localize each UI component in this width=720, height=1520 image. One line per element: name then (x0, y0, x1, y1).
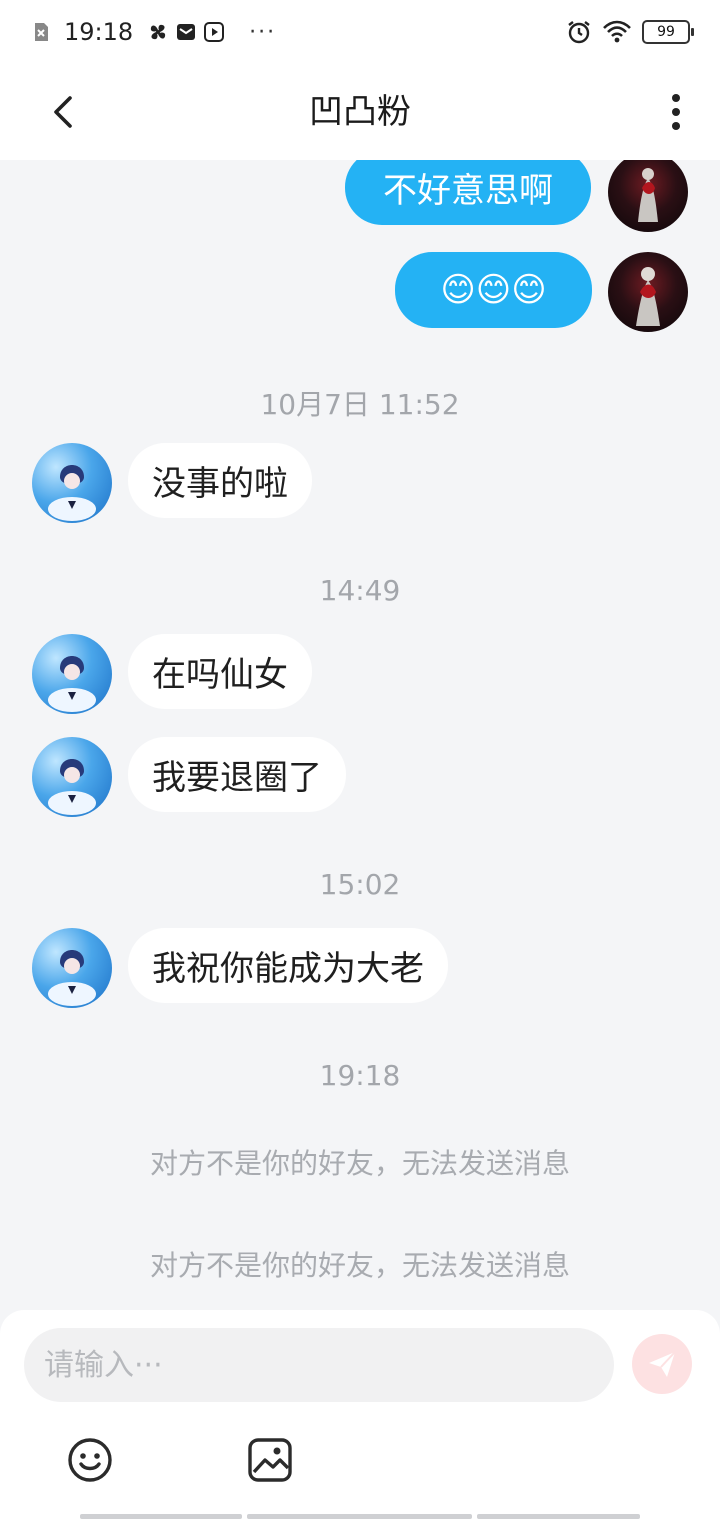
contact-avatar[interactable] (32, 737, 112, 817)
timestamp: 10月7日 11:52 (260, 388, 460, 421)
bottom-divider (80, 1514, 640, 1520)
avatar-image (48, 950, 96, 1006)
system-notice: 对方不是你的好友，无法发送消息 (149, 1249, 570, 1282)
composer-panel (0, 1310, 720, 1520)
contact-avatar[interactable] (32, 928, 112, 1008)
message-text: 我要退圈了 (152, 758, 322, 798)
fan-icon (151, 24, 166, 40)
message-text: 在吗仙女 (152, 655, 288, 695)
avatar-image (48, 465, 96, 521)
image-icon[interactable] (246, 1436, 294, 1484)
status-dots: ··· (249, 19, 277, 45)
my-avatar[interactable] (608, 160, 688, 232)
smiley-icon[interactable] (66, 1436, 114, 1484)
page-title: 凹凸粉 (309, 92, 411, 132)
contact-message-bubble[interactable]: 我祝你能成为大老 (128, 928, 448, 1003)
send-button[interactable] (632, 1334, 692, 1394)
timestamp: 19:18 (319, 1059, 401, 1092)
status-left: 19:18 ··· (30, 18, 276, 46)
status-bar: 19:18 ··· 99 (0, 0, 720, 64)
wifi-icon (603, 20, 631, 43)
status-time: 19:18 (64, 18, 134, 46)
more-vertical-icon[interactable] (656, 88, 696, 136)
contact-message-bubble[interactable]: 我要退圈了 (128, 737, 346, 812)
my-avatar[interactable] (608, 252, 688, 332)
message-input[interactable] (24, 1328, 614, 1402)
message-text: 我祝你能成为大老 (152, 949, 424, 989)
sim-off-icon (35, 23, 48, 41)
timestamp: 15:02 (319, 868, 401, 901)
system-notice: 对方不是你的好友，无法发送消息 (149, 1147, 570, 1180)
contact-message-bubble[interactable]: 在吗仙女 (128, 634, 312, 709)
avatar-image (48, 759, 96, 815)
my-message-bubble[interactable]: 不好意思啊 (345, 160, 591, 225)
contact-message-bubble[interactable]: 没事的啦 (128, 443, 312, 518)
header-bar: 凹凸粉 (0, 64, 720, 160)
message-text: 😊😊😊 (440, 270, 547, 310)
avatar-image (636, 267, 660, 326)
contact-avatar[interactable] (32, 634, 112, 714)
avatar-image (638, 168, 658, 222)
message-text: 不好意思啊 (383, 171, 553, 211)
chat-message-list[interactable]: 不好意思啊 😊😊😊 10月7日 11:52 没事的啦 14:49 在吗仙女 我要… (0, 160, 720, 1310)
paper-plane-icon (649, 1351, 676, 1377)
message-text: 没事的啦 (152, 464, 288, 504)
video-play-icon (204, 22, 225, 42)
contact-avatar[interactable] (32, 443, 112, 523)
avatar-image (48, 656, 96, 712)
battery-indicator: 99 (642, 20, 694, 44)
mail-icon (177, 24, 196, 40)
status-right: 99 (566, 19, 694, 45)
my-message-bubble[interactable]: 😊😊😊 (395, 252, 592, 328)
timestamp: 14:49 (319, 574, 401, 607)
alarm-icon (568, 21, 590, 44)
